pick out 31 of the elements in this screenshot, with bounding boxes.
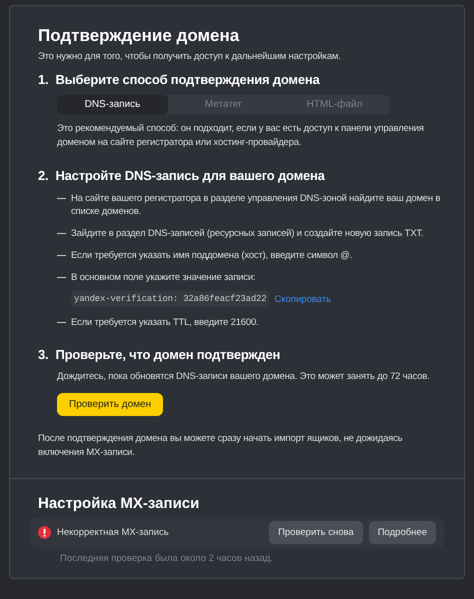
description: Это рекомендуемый способ: он подходит, если у вас есть доступ к панели управления доменом на сайте регистратора или хостинг-провайдера. xyxy=(57,122,425,150)
dash-icon xyxy=(57,233,66,234)
step-number: 1. xyxy=(38,72,48,87)
instruction-text: Если требуется указать TTL, введите 21600. xyxy=(71,316,258,329)
status-text: Некорректная MX-запись xyxy=(57,527,170,538)
error-icon xyxy=(38,526,51,539)
action-button[interactable]: Подробнее xyxy=(368,521,436,544)
tab[interactable]: DNS-запись xyxy=(57,95,168,114)
action-button[interactable]: Проверить снова xyxy=(269,521,363,544)
dash-icon xyxy=(57,322,66,323)
dash-icon xyxy=(57,277,66,278)
instruction-text: На сайте вашего регистратора в разделе управления DNS-зоной найдите ваш домен в списке доменов. xyxy=(71,192,442,218)
code-value: yandex-verification: 32a86feacf23ad22 xyxy=(71,291,270,307)
instruction-text: Дождитесь, пока обновятся DNS-записи вашего домена. Это может занять до 72 часов. xyxy=(57,370,431,384)
subtitle: Это нужно для того, чтобы получить доступ к дальнейшим настройкам. xyxy=(38,51,342,62)
copy-link[interactable]: Скопировать xyxy=(274,294,332,304)
instruction-text: Зайдите в раздел DNS-записей (ресурсных записей) и создайте новую запись TXT. xyxy=(71,227,424,240)
last-check-text: Последняя проверка была около 2 часов назад. xyxy=(60,553,274,564)
page-title: Подтверждение домена xyxy=(38,26,240,46)
step-title: Проверьте, что домен подтвержден xyxy=(55,347,280,362)
step-title: Выберите способ подтверждения домена xyxy=(55,72,320,87)
section-title: Настройка MX-записи xyxy=(37,495,200,512)
dash-icon xyxy=(57,198,66,199)
step-number: 2. xyxy=(38,168,48,183)
instruction-text: В основном поле укажите значение записи: xyxy=(71,271,256,284)
step-title: Настройте DNS-запись для вашего домена xyxy=(55,168,325,183)
verify-button[interactable]: Проверить домен xyxy=(57,393,164,416)
dash-icon xyxy=(57,255,66,256)
note-text: После подтверждения домена вы можете сразу начать импорт ящиков, не дожидаясь включения MX-записи. xyxy=(38,432,404,460)
instruction-text: Если требуется указать имя поддомена (хост), введите символ @. xyxy=(71,249,352,262)
step-number: 3. xyxy=(38,347,48,362)
